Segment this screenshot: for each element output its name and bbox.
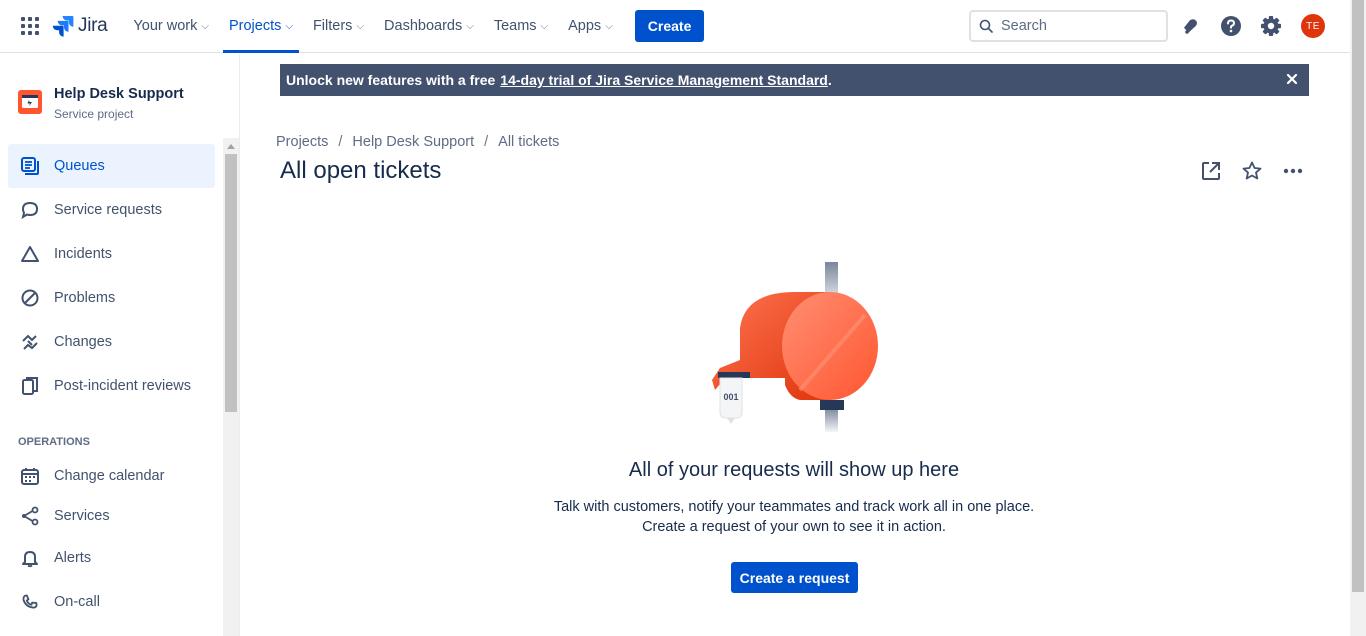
chevron-down-icon: ⌵ xyxy=(540,20,549,32)
search-box[interactable] xyxy=(969,10,1168,42)
nav-label: Dashboards xyxy=(384,18,463,34)
jira-logo[interactable]: Jira xyxy=(52,15,108,37)
settings-icon[interactable] xyxy=(1258,13,1284,39)
sidebar-item-label: On-call xyxy=(54,594,100,610)
project-name: Help Desk Support xyxy=(54,86,184,102)
sidebar-item-label: Post-incident reviews xyxy=(54,378,191,394)
phone-icon xyxy=(20,592,40,612)
sidebar-scrollbar[interactable] xyxy=(223,138,239,636)
chevron-down-icon: ⌵ xyxy=(356,20,365,32)
warning-triangle-icon xyxy=(20,244,40,264)
sidebar-item-queues[interactable]: Queues xyxy=(8,144,215,188)
jira-logo-icon xyxy=(52,16,74,37)
changes-icon xyxy=(20,332,40,352)
project-sidebar: Help Desk Support Service project Queues… xyxy=(0,54,240,636)
sidebar-item-changes[interactable]: Changes xyxy=(8,320,215,364)
project-type: Service project xyxy=(54,107,134,121)
operations-heading: OPERATIONS xyxy=(18,436,90,448)
nav-your-work[interactable]: Your work ⌵ xyxy=(127,0,215,53)
breadcrumb: Projects / Help Desk Support / All ticke… xyxy=(276,134,559,150)
nav-label: Filters xyxy=(312,18,353,34)
sidebar-item-service-requests[interactable]: Service requests xyxy=(8,188,215,232)
banner-suffix: . xyxy=(827,72,832,88)
search-icon xyxy=(979,19,993,33)
search-input[interactable] xyxy=(1001,18,1151,34)
sidebar-item-label: Alerts xyxy=(54,550,92,566)
nav-label: Projects xyxy=(228,18,282,34)
star-icon[interactable] xyxy=(1239,158,1265,184)
chevron-down-icon: ⌵ xyxy=(285,20,293,32)
prohibited-icon xyxy=(20,288,40,308)
banner-text: Unlock new features with a free xyxy=(286,72,496,88)
sidebar-item-on-call[interactable]: On-call xyxy=(8,580,215,624)
sidebar-item-label: Service requests xyxy=(54,202,162,218)
sidebar-item-post-incident-reviews[interactable]: Post-incident reviews xyxy=(8,364,215,408)
nav-label: Your work xyxy=(133,18,198,34)
documents-icon xyxy=(20,376,40,396)
nav-filters[interactable]: Filters ⌵ xyxy=(307,0,370,53)
close-icon[interactable] xyxy=(1285,72,1299,89)
sidebar-scrollbar-thumb[interactable] xyxy=(225,154,237,412)
breadcrumb-separator: / xyxy=(338,134,343,150)
empty-state-title: All of your requests will show up here xyxy=(628,459,960,481)
sidebar-item-label: Changes xyxy=(54,334,113,350)
create-button[interactable]: Create xyxy=(634,10,705,42)
bell-icon xyxy=(20,548,40,568)
nav-teams[interactable]: Teams ⌵ xyxy=(488,0,554,53)
trial-banner: Unlock new features with a free 14-day t… xyxy=(280,64,1309,96)
app-name: Jira xyxy=(78,15,108,36)
project-avatar-icon xyxy=(18,90,42,114)
page-scrollbar[interactable] xyxy=(1350,0,1366,636)
sidebar-item-label: Incidents xyxy=(54,246,113,262)
sidebar-item-incidents[interactable]: Incidents xyxy=(8,232,215,276)
breadcrumb-project[interactable]: Help Desk Support xyxy=(352,134,474,150)
ticket-number: 001 xyxy=(723,392,738,402)
queues-icon xyxy=(20,156,40,176)
nav-dashboards[interactable]: Dashboards ⌵ xyxy=(378,0,480,53)
sidebar-item-problems[interactable]: Problems xyxy=(8,276,215,320)
sidebar-item-alerts[interactable]: Alerts xyxy=(8,536,215,580)
trial-link[interactable]: 14-day trial of Jira Service Management … xyxy=(500,72,828,88)
empty-state-description: Talk with customers, notify your teammat… xyxy=(553,499,1035,515)
page-title: All open tickets xyxy=(280,157,442,184)
nav-label: Teams xyxy=(493,18,537,34)
top-navigation: Jira Your work ⌵ Projects ⌵ Filters ⌵ Dashb… xyxy=(0,0,1350,53)
more-actions-icon[interactable] xyxy=(1280,158,1306,184)
avatar[interactable]: TE xyxy=(1301,14,1325,38)
speech-bubble-icon xyxy=(20,200,40,220)
sidebar-item-label: Queues xyxy=(54,158,105,174)
open-external-icon[interactable] xyxy=(1198,158,1224,184)
project-header[interactable]: Help Desk Support Service project xyxy=(18,86,184,121)
chevron-down-icon: ⌵ xyxy=(605,20,613,32)
nav-label: Apps xyxy=(568,18,602,34)
chevron-down-icon: ⌵ xyxy=(201,20,209,32)
notifications-icon[interactable] xyxy=(1178,13,1204,39)
chevron-down-icon: ⌵ xyxy=(466,20,474,32)
scroll-up-arrow-icon[interactable] xyxy=(227,144,235,149)
nav-apps[interactable]: Apps ⌵ xyxy=(562,0,619,53)
help-icon[interactable] xyxy=(1218,13,1244,39)
app-switcher-icon[interactable] xyxy=(14,10,46,42)
sidebar-item-label: Problems xyxy=(54,290,116,306)
empty-state-description: Create a request of your own to see it i… xyxy=(642,519,946,535)
empty-mailbox-illustration: 001 xyxy=(712,262,878,432)
create-request-button[interactable]: Create a request xyxy=(731,562,858,593)
breadcrumb-separator: / xyxy=(484,134,489,150)
nav-projects[interactable]: Projects ⌵ xyxy=(222,0,299,53)
breadcrumb-projects[interactable]: Projects xyxy=(276,134,328,150)
breadcrumb-all-tickets[interactable]: All tickets xyxy=(498,134,559,150)
